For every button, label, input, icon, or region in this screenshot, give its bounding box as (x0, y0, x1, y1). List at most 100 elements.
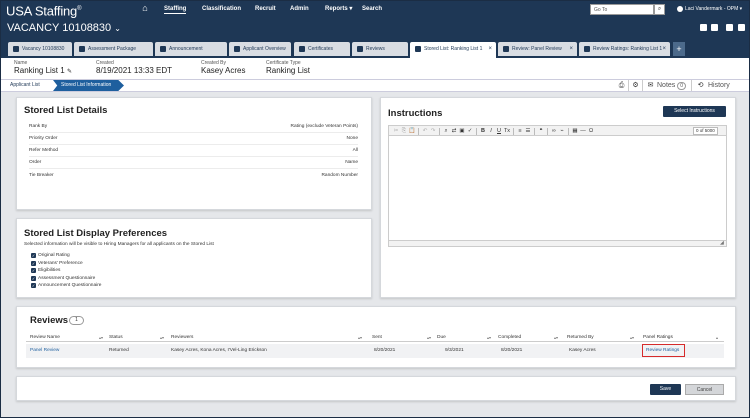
replace-icon[interactable]: ⇄ (450, 127, 458, 135)
checkbox-original-rating[interactable]: ✓ (31, 253, 36, 258)
nav-staffing[interactable]: Staffing (164, 5, 187, 14)
message-icon[interactable] (738, 24, 745, 31)
nav-recruit[interactable]: Recruit (255, 5, 276, 13)
select-all-icon[interactable]: ▣ (458, 127, 466, 135)
nav-classification[interactable]: Classification (202, 5, 241, 13)
clear-format-icon[interactable]: Tx (503, 127, 511, 135)
sort-icon[interactable]: ▴▾ (630, 335, 634, 340)
checkbox-announcement-questionnaire[interactable]: ✓ (31, 283, 36, 288)
sort-icon[interactable]: ▴▾ (427, 335, 431, 340)
list-icon[interactable] (700, 24, 707, 31)
column-header-panel-ratings[interactable]: Panel Ratings (643, 335, 673, 341)
print-icon[interactable]: ⎙ (617, 81, 626, 90)
bullet-list-icon[interactable]: ☰ (524, 127, 532, 135)
find-icon[interactable]: ⌕ (442, 127, 450, 135)
horizontal-line-icon[interactable]: ― (579, 127, 587, 135)
toolbar-divider (534, 128, 535, 135)
instructions-title: Instructions (388, 108, 443, 119)
history-button[interactable]: History (708, 82, 730, 90)
sort-icon[interactable]: ▴ (716, 335, 718, 340)
usa-staffing-logo[interactable]: USA Staffing® (6, 2, 82, 18)
save-button[interactable]: Save (650, 384, 681, 395)
add-tab-button[interactable]: + (673, 42, 685, 56)
column-header-reviewers[interactable]: Reviewers (171, 335, 193, 341)
nav-search[interactable]: Search (362, 5, 382, 13)
review-name-link[interactable]: Panel Review (30, 348, 59, 354)
redo-icon[interactable]: ↷ (429, 127, 437, 135)
calendar-icon[interactable] (711, 24, 718, 31)
tab-applicant-overview[interactable]: Applicant Overview (229, 42, 291, 56)
bold-icon[interactable]: B (479, 127, 487, 135)
tab-stored-list[interactable]: Stored List: Ranking List 1 × (410, 42, 496, 58)
close-icon[interactable]: × (662, 42, 666, 56)
resize-handle-icon[interactable]: ◢ (720, 241, 724, 246)
char-counter: 0 of 5000 (693, 127, 718, 135)
spellcheck-icon[interactable]: ✓ (466, 127, 474, 135)
checkbox-eligibilities[interactable]: ✓ (31, 268, 36, 273)
notes-button[interactable]: Notes 0 (657, 82, 687, 90)
goto-input[interactable]: Go To (590, 4, 654, 15)
copy-icon[interactable]: ⎘ (400, 127, 408, 135)
column-header-status[interactable]: Status (109, 335, 123, 341)
paste-icon[interactable]: 📋 (408, 127, 416, 135)
column-header-returned-by[interactable]: Returned By (567, 335, 594, 341)
special-char-icon[interactable]: Ω (587, 127, 595, 135)
underline-icon[interactable]: U (495, 127, 503, 135)
undo-icon[interactable]: ↶ (421, 127, 429, 135)
column-header-due[interactable]: Due (437, 335, 446, 341)
column-header-review-name[interactable]: Review Name (30, 335, 60, 341)
sort-icon[interactable]: ▴▾ (554, 335, 558, 340)
review-ratings-link[interactable]: Review Ratings (646, 348, 679, 354)
numbered-list-icon[interactable]: ≡ (516, 127, 524, 135)
sort-icon[interactable]: ▴▾ (358, 335, 362, 340)
tab-announcement[interactable]: Announcement (155, 42, 227, 56)
link-icon[interactable]: ∞ (550, 127, 558, 135)
tab-assessment-package[interactable]: Assessment Package (74, 42, 153, 56)
detail-label: Order (29, 160, 42, 165)
search-icon[interactable]: ⌕ (654, 4, 665, 15)
detail-label: Refer Method (29, 148, 59, 153)
tab-review-panel[interactable]: Review: Panel Review × (498, 42, 577, 56)
chat-icon[interactable] (726, 24, 733, 31)
user-menu[interactable]: Laci Vandermark - OPM ▾ (677, 5, 742, 13)
instructions-editor[interactable] (388, 136, 727, 247)
checkbox-veterans-preference[interactable]: ✓ (31, 261, 36, 266)
thumbs-up-icon (357, 45, 363, 52)
close-icon[interactable]: × (488, 42, 492, 56)
row-divider (29, 156, 358, 157)
checkbox-label: Assessment Questionnaire (38, 276, 96, 281)
sort-icon[interactable]: ▴▾ (487, 335, 491, 340)
column-header-sent[interactable]: Sent (372, 335, 382, 341)
review-completed: 8/20/2021 (501, 348, 523, 353)
tab-vacancy[interactable]: Vacancy 10108830 (8, 42, 72, 56)
blockquote-icon[interactable]: ❝ (537, 127, 545, 135)
nav-admin[interactable]: Admin (290, 5, 309, 13)
home-icon[interactable]: ⌂ (140, 3, 150, 13)
edit-icon[interactable]: ✎ (67, 69, 72, 75)
gear-icon[interactable]: ⚙ (631, 81, 640, 90)
tab-certificates[interactable]: Certificates (294, 42, 350, 56)
column-header-completed[interactable]: Completed (498, 335, 521, 341)
tab-review-ratings[interactable]: Review Ratings: Ranking List 1 × (579, 42, 670, 56)
review-reviewers: Kasey Acres, Kona Acres, I'Vel-Ling Eric… (171, 348, 267, 353)
table-icon[interactable]: ▦ (571, 127, 579, 135)
row-divider (29, 132, 358, 133)
nav-reports[interactable]: Reports ▾ (325, 5, 352, 13)
toolbar-divider (642, 80, 643, 91)
breadcrumb-stored-list-information[interactable]: Stored List Information (53, 80, 124, 91)
breadcrumb-applicant-list[interactable]: Applicant List (10, 81, 40, 90)
cut-icon[interactable]: ✂ (392, 127, 400, 135)
sort-icon[interactable]: ▴▾ (99, 335, 103, 340)
unlink-icon[interactable]: ⌁ (558, 127, 566, 135)
tab-reviews[interactable]: Reviews (352, 42, 408, 56)
sort-icon[interactable]: ▴▾ (160, 335, 164, 340)
vacancy-title[interactable]: VACANCY 10108830 ⌄ (7, 21, 121, 36)
select-instructions-button[interactable]: Select Instructions (663, 106, 726, 117)
cancel-button[interactable]: Cancel (685, 384, 724, 395)
checkbox-assessment-questionnaire[interactable]: ✓ (31, 276, 36, 281)
italic-icon[interactable]: I (487, 127, 495, 135)
close-icon[interactable]: × (569, 42, 573, 56)
history-icon[interactable]: ⟲ (696, 81, 705, 90)
created-value: 8/19/2021 13:33 EDT (96, 66, 173, 75)
notes-icon[interactable]: ✉ (646, 81, 655, 90)
